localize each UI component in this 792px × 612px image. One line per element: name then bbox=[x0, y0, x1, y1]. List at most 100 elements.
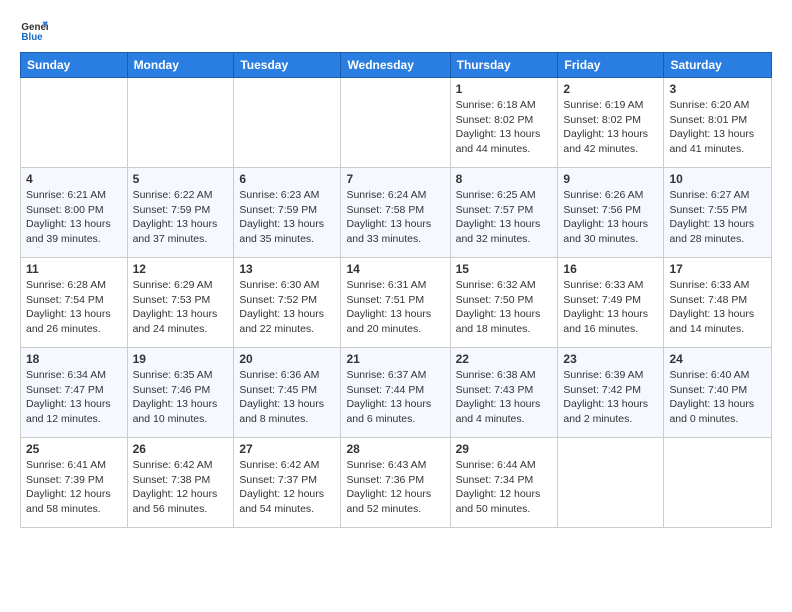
day-number: 26 bbox=[133, 442, 229, 456]
day-detail: Sunrise: 6:23 AM Sunset: 7:59 PM Dayligh… bbox=[239, 188, 335, 247]
calendar-body: 1Sunrise: 6:18 AM Sunset: 8:02 PM Daylig… bbox=[21, 78, 772, 528]
calendar-week-0: 1Sunrise: 6:18 AM Sunset: 8:02 PM Daylig… bbox=[21, 78, 772, 168]
calendar-cell bbox=[21, 78, 128, 168]
calendar-cell: 19 Sunrise: 6:35 AM Sunset: 7:46 PM Dayli… bbox=[127, 348, 234, 438]
day-detail: Sunrise: 6:35 AM Sunset: 7:46 PM Dayligh… bbox=[133, 368, 229, 427]
calendar-cell: 27 Sunrise: 6:42 AM Sunset: 7:37 PM Dayli… bbox=[234, 438, 341, 528]
weekday-header-row: SundayMondayTuesdayWednesdayThursdayFrid… bbox=[21, 53, 772, 78]
day-detail: Sunrise: 6:33 AM Sunset: 7:49 PM Dayligh… bbox=[563, 278, 658, 337]
calendar-cell: 21Sunrise: 6:37 AM Sunset: 7:44 PM Dayli… bbox=[341, 348, 450, 438]
calendar-cell: 23 Sunrise: 6:39 AM Sunset: 7:42 PM Dayli… bbox=[558, 348, 664, 438]
day-number: 8 bbox=[456, 172, 553, 186]
calendar-cell: 26 Sunrise: 6:42 AM Sunset: 7:38 PM Dayli… bbox=[127, 438, 234, 528]
day-detail: Sunrise: 6:26 AM Sunset: 7:56 PM Dayligh… bbox=[563, 188, 658, 247]
day-number: 14 bbox=[346, 262, 444, 276]
calendar-cell: 16 Sunrise: 6:33 AM Sunset: 7:49 PM Dayli… bbox=[558, 258, 664, 348]
weekday-wednesday: Wednesday bbox=[341, 53, 450, 78]
day-number: 18 bbox=[26, 352, 122, 366]
calendar-cell bbox=[234, 78, 341, 168]
calendar-cell: 29 Sunrise: 6:44 AM Sunset: 7:34 PM Dayli… bbox=[450, 438, 558, 528]
day-detail: Sunrise: 6:41 AM Sunset: 7:39 PM Dayligh… bbox=[26, 458, 122, 517]
day-detail: Sunrise: 6:43 AM Sunset: 7:36 PM Dayligh… bbox=[346, 458, 444, 517]
day-number: 17 bbox=[669, 262, 766, 276]
day-detail: Sunrise: 6:29 AM Sunset: 7:53 PM Dayligh… bbox=[133, 278, 229, 337]
day-detail: Sunrise: 6:39 AM Sunset: 7:42 PM Dayligh… bbox=[563, 368, 658, 427]
day-detail: Sunrise: 6:44 AM Sunset: 7:34 PM Dayligh… bbox=[456, 458, 553, 517]
calendar-cell: 5 Sunrise: 6:22 AM Sunset: 7:59 PM Daylig… bbox=[127, 168, 234, 258]
calendar-cell: 10Sunrise: 6:27 AM Sunset: 7:55 PM Dayli… bbox=[664, 168, 772, 258]
day-detail: Sunrise: 6:36 AM Sunset: 7:45 PM Dayligh… bbox=[239, 368, 335, 427]
calendar-cell: 11 Sunrise: 6:28 AM Sunset: 7:54 PM Dayli… bbox=[21, 258, 128, 348]
weekday-saturday: Saturday bbox=[664, 53, 772, 78]
day-number: 22 bbox=[456, 352, 553, 366]
calendar-week-2: 11 Sunrise: 6:28 AM Sunset: 7:54 PM Dayli… bbox=[21, 258, 772, 348]
day-number: 25 bbox=[26, 442, 122, 456]
day-detail: Sunrise: 6:31 AM Sunset: 7:51 PM Dayligh… bbox=[346, 278, 444, 337]
calendar-cell: 14 Sunrise: 6:31 AM Sunset: 7:51 PM Dayli… bbox=[341, 258, 450, 348]
calendar-cell: 6 Sunrise: 6:23 AM Sunset: 7:59 PM Daylig… bbox=[234, 168, 341, 258]
logo-icon: General Blue bbox=[20, 16, 48, 44]
weekday-monday: Monday bbox=[127, 53, 234, 78]
day-number: 7 bbox=[346, 172, 444, 186]
calendar-cell bbox=[664, 438, 772, 528]
calendar-cell bbox=[341, 78, 450, 168]
day-number: 5 bbox=[133, 172, 229, 186]
calendar-cell: 18 Sunrise: 6:34 AM Sunset: 7:47 PM Dayli… bbox=[21, 348, 128, 438]
page-header: General Blue bbox=[20, 16, 772, 44]
day-number: 29 bbox=[456, 442, 553, 456]
calendar-cell: 9 Sunrise: 6:26 AM Sunset: 7:56 PM Daylig… bbox=[558, 168, 664, 258]
calendar-cell: 7 Sunrise: 6:24 AM Sunset: 7:58 PM Daylig… bbox=[341, 168, 450, 258]
day-detail: Sunrise: 6:42 AM Sunset: 7:37 PM Dayligh… bbox=[239, 458, 335, 517]
day-detail: Sunrise: 6:28 AM Sunset: 7:54 PM Dayligh… bbox=[26, 278, 122, 337]
day-number: 19 bbox=[133, 352, 229, 366]
weekday-tuesday: Tuesday bbox=[234, 53, 341, 78]
day-number: 12 bbox=[133, 262, 229, 276]
calendar-cell: 13 Sunrise: 6:30 AM Sunset: 7:52 PM Dayli… bbox=[234, 258, 341, 348]
day-detail: Sunrise: 6:38 AM Sunset: 7:43 PM Dayligh… bbox=[456, 368, 553, 427]
day-number: 1 bbox=[456, 82, 553, 96]
day-number: 10 bbox=[669, 172, 766, 186]
logo: General Blue bbox=[20, 16, 52, 44]
day-detail: Sunrise: 6:24 AM Sunset: 7:58 PM Dayligh… bbox=[346, 188, 444, 247]
day-number: 16 bbox=[563, 262, 658, 276]
calendar-cell: 1Sunrise: 6:18 AM Sunset: 8:02 PM Daylig… bbox=[450, 78, 558, 168]
day-detail: Sunrise: 6:33 AM Sunset: 7:48 PM Dayligh… bbox=[669, 278, 766, 337]
calendar-cell: 15 Sunrise: 6:32 AM Sunset: 7:50 PM Dayli… bbox=[450, 258, 558, 348]
day-detail: Sunrise: 6:34 AM Sunset: 7:47 PM Dayligh… bbox=[26, 368, 122, 427]
calendar-cell: 12 Sunrise: 6:29 AM Sunset: 7:53 PM Dayli… bbox=[127, 258, 234, 348]
calendar-week-1: 4Sunrise: 6:21 AM Sunset: 8:00 PM Daylig… bbox=[21, 168, 772, 258]
day-number: 20 bbox=[239, 352, 335, 366]
day-number: 27 bbox=[239, 442, 335, 456]
day-detail: Sunrise: 6:25 AM Sunset: 7:57 PM Dayligh… bbox=[456, 188, 553, 247]
calendar-cell: 2Sunrise: 6:19 AM Sunset: 8:02 PM Daylig… bbox=[558, 78, 664, 168]
day-number: 11 bbox=[26, 262, 122, 276]
weekday-friday: Friday bbox=[558, 53, 664, 78]
calendar-cell: 20 Sunrise: 6:36 AM Sunset: 7:45 PM Dayli… bbox=[234, 348, 341, 438]
day-number: 15 bbox=[456, 262, 553, 276]
day-detail: Sunrise: 6:22 AM Sunset: 7:59 PM Dayligh… bbox=[133, 188, 229, 247]
calendar-cell: 3Sunrise: 6:20 AM Sunset: 8:01 PM Daylig… bbox=[664, 78, 772, 168]
calendar-cell: 24Sunrise: 6:40 AM Sunset: 7:40 PM Dayli… bbox=[664, 348, 772, 438]
calendar-header: SundayMondayTuesdayWednesdayThursdayFrid… bbox=[21, 53, 772, 78]
day-detail: Sunrise: 6:32 AM Sunset: 7:50 PM Dayligh… bbox=[456, 278, 553, 337]
calendar-cell: 4Sunrise: 6:21 AM Sunset: 8:00 PM Daylig… bbox=[21, 168, 128, 258]
day-detail: Sunrise: 6:42 AM Sunset: 7:38 PM Dayligh… bbox=[133, 458, 229, 517]
day-detail: Sunrise: 6:30 AM Sunset: 7:52 PM Dayligh… bbox=[239, 278, 335, 337]
weekday-thursday: Thursday bbox=[450, 53, 558, 78]
calendar-cell: 25 Sunrise: 6:41 AM Sunset: 7:39 PM Dayli… bbox=[21, 438, 128, 528]
calendar-cell: 17 Sunrise: 6:33 AM Sunset: 7:48 PM Dayli… bbox=[664, 258, 772, 348]
day-detail: Sunrise: 6:21 AM Sunset: 8:00 PM Dayligh… bbox=[26, 188, 122, 247]
day-number: 23 bbox=[563, 352, 658, 366]
calendar-table: SundayMondayTuesdayWednesdayThursdayFrid… bbox=[20, 52, 772, 528]
day-number: 13 bbox=[239, 262, 335, 276]
calendar-week-4: 25 Sunrise: 6:41 AM Sunset: 7:39 PM Dayli… bbox=[21, 438, 772, 528]
day-number: 24 bbox=[669, 352, 766, 366]
calendar-cell: 8 Sunrise: 6:25 AM Sunset: 7:57 PM Daylig… bbox=[450, 168, 558, 258]
calendar-cell bbox=[558, 438, 664, 528]
calendar-cell: 22 Sunrise: 6:38 AM Sunset: 7:43 PM Dayli… bbox=[450, 348, 558, 438]
svg-text:Blue: Blue bbox=[21, 32, 43, 43]
day-number: 6 bbox=[239, 172, 335, 186]
day-number: 9 bbox=[563, 172, 658, 186]
day-detail: Sunrise: 6:19 AM Sunset: 8:02 PM Dayligh… bbox=[563, 98, 658, 157]
calendar-week-3: 18 Sunrise: 6:34 AM Sunset: 7:47 PM Dayli… bbox=[21, 348, 772, 438]
